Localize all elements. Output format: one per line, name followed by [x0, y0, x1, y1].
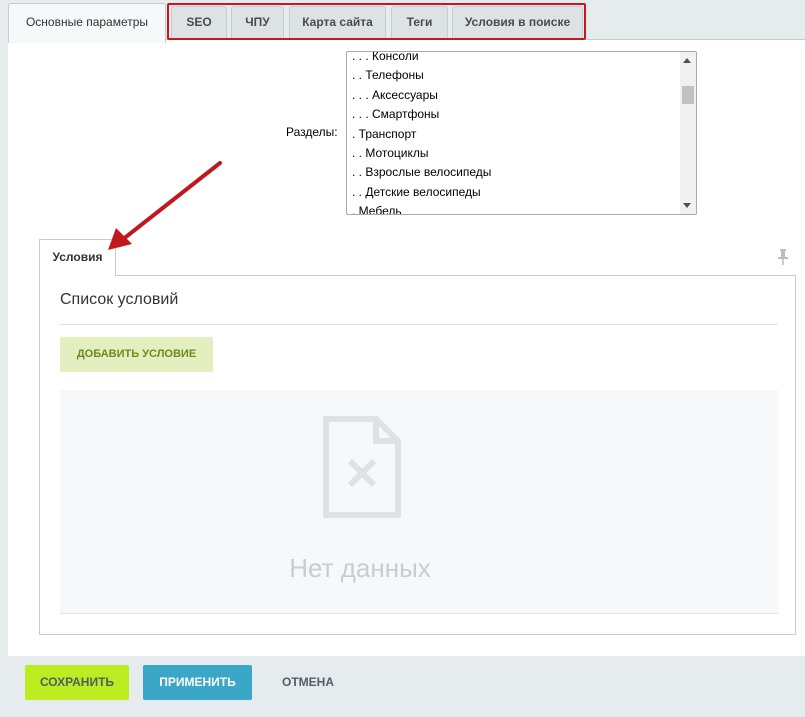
scroll-down-icon[interactable] [683, 203, 691, 208]
list-item[interactable]: . . Взрослые велосипеды [352, 163, 491, 182]
empty-state-text: Нет данных [289, 553, 431, 583]
divider [60, 324, 778, 325]
list-item[interactable]: . . Мотоциклы [352, 144, 491, 163]
list-item[interactable]: . . . Консоли [352, 52, 491, 66]
list-item[interactable]: . . Детские велосипеды [352, 183, 491, 202]
empty-state: Нет данных [60, 390, 778, 614]
annotation-arrow [108, 161, 222, 250]
list-item[interactable]: . . Телефоны [352, 66, 491, 85]
conditions-list-title: Список условий [60, 291, 179, 308]
apply-button[interactable]: ПРИМЕНИТЬ [143, 665, 252, 700]
tab-seo[interactable]: SEO [171, 6, 227, 39]
scroll-thumb[interactable] [682, 86, 694, 104]
tab-main-params[interactable]: Основные параметры [8, 3, 166, 43]
add-condition-button[interactable]: ДОБАВИТЬ УСЛОВИЕ [60, 337, 213, 372]
listbox-scrollbar[interactable] [680, 52, 696, 214]
list-item[interactable]: . Мебель [352, 202, 491, 214]
empty-file-icon [323, 416, 401, 518]
list-item[interactable]: . Транспорт [352, 125, 491, 144]
pin-icon[interactable] [777, 249, 789, 265]
save-button[interactable]: СОХРАНИТЬ [25, 665, 129, 700]
tab-bar: Основные параметры SEO ЧПУ Карта сайта Т… [0, 0, 805, 43]
tab-search-conditions[interactable]: Условия в поиске [452, 6, 583, 39]
tab-tags[interactable]: Теги [391, 6, 448, 39]
tab-sitemap[interactable]: Карта сайта [289, 6, 386, 39]
list-item[interactable]: . . . Смартфоны [352, 105, 491, 124]
tab-chpu[interactable]: ЧПУ [231, 6, 284, 39]
list-item[interactable]: . . . Аксессуары [352, 86, 491, 105]
cancel-button[interactable]: ОТМЕНА [272, 665, 344, 700]
sections-label: Разделы: [286, 125, 338, 139]
scroll-up-icon[interactable] [683, 58, 691, 63]
sections-listbox[interactable]: . . . Консоли . . Телефоны . . . Аксессу… [346, 51, 697, 215]
